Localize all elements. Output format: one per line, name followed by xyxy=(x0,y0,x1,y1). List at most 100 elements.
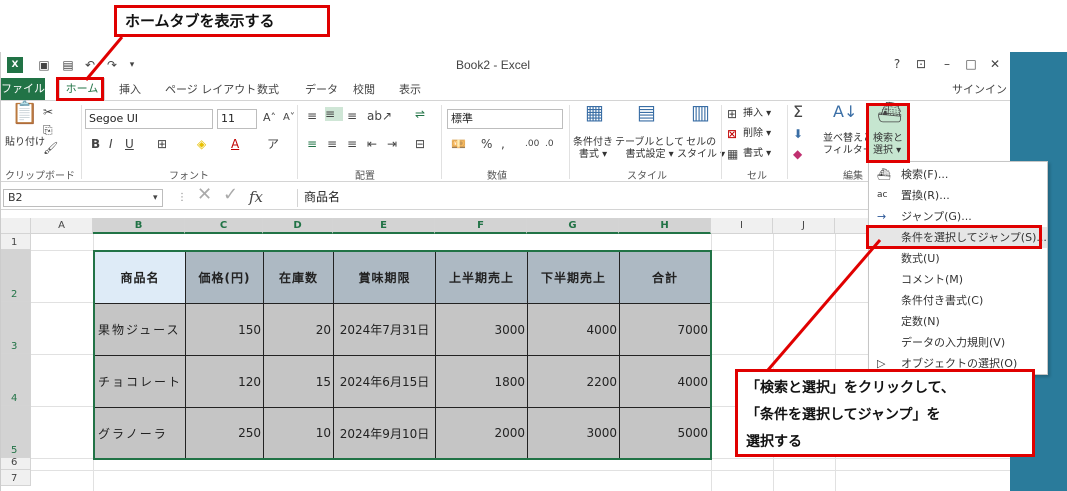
column-header[interactable]: D xyxy=(263,218,333,234)
insert-cells-button[interactable]: 挿入 ▾ xyxy=(743,108,771,120)
delete-cells-button[interactable]: 削除 ▾ xyxy=(743,128,771,140)
column-header[interactable]: E xyxy=(333,218,435,234)
underline-icon[interactable]: U xyxy=(125,137,134,151)
align-left-icon[interactable]: ≡ xyxy=(307,137,317,151)
font-size-select[interactable]: 11 xyxy=(217,109,257,129)
help-button[interactable]: ? xyxy=(889,57,905,71)
save-as-icon[interactable]: ▤ xyxy=(61,58,75,72)
maximize-button[interactable]: □ xyxy=(963,57,979,71)
binoculars-icon: ⛴ xyxy=(877,168,891,181)
row-header[interactable]: 6 xyxy=(1,457,31,470)
signin-link[interactable]: サインイン xyxy=(952,81,1007,97)
paste-icon[interactable]: 📋 xyxy=(11,103,38,125)
shrink-font-icon[interactable]: A˅ xyxy=(283,111,295,125)
wrap-text-icon[interactable]: ⇌ xyxy=(415,107,425,121)
format-painter-icon[interactable]: 🖌 xyxy=(43,141,58,155)
tab-formulas[interactable]: 数式 xyxy=(257,81,279,99)
font-color-icon[interactable]: A xyxy=(231,137,239,151)
column-header[interactable]: J xyxy=(773,218,835,234)
number-format-select[interactable]: 標準 xyxy=(447,109,563,129)
sort-filter-icon[interactable]: A↓ xyxy=(833,104,857,120)
grow-font-icon[interactable]: A˄ xyxy=(263,111,276,125)
align-bottom-icon[interactable]: ≡ xyxy=(347,109,357,123)
tab-view[interactable]: 表示 xyxy=(399,81,421,99)
copy-icon[interactable]: ⎘ xyxy=(43,123,53,137)
selection-outline xyxy=(93,250,712,460)
align-right-icon[interactable]: ≡ xyxy=(347,137,357,151)
merge-center-icon[interactable]: ⊟ xyxy=(415,137,425,151)
tab-insert[interactable]: 挿入 xyxy=(119,81,141,99)
enter-icon[interactable]: ✓ xyxy=(223,186,238,204)
format-cells-icon[interactable]: ▦ xyxy=(727,147,738,161)
name-box-dropdown-icon[interactable]: ▾ xyxy=(153,191,158,205)
align-middle-icon[interactable]: ≡ xyxy=(325,107,343,121)
select-all-corner[interactable] xyxy=(1,218,31,234)
increase-indent-icon[interactable]: ⇥ xyxy=(387,137,397,151)
fill-color-icon[interactable]: ◈ xyxy=(197,137,206,151)
menu-item-comments[interactable]: コメント(M) xyxy=(869,269,1047,290)
border-icon[interactable]: ⊞ xyxy=(157,137,167,151)
menu-item-conditional-formatting[interactable]: 条件付き書式(C) xyxy=(869,290,1047,311)
conditional-format-icon[interactable]: ▦ xyxy=(585,102,604,122)
format-table-icon[interactable]: ▤ xyxy=(637,102,656,122)
decrease-indent-icon[interactable]: ⇤ xyxy=(367,137,377,151)
save-icon[interactable]: ▣ xyxy=(37,58,51,72)
align-top-icon[interactable]: ≡ xyxy=(307,109,317,123)
row-header[interactable]: 2 xyxy=(1,250,31,302)
autosum-icon[interactable]: Σ xyxy=(793,104,803,120)
menu-item-replace[interactable]: ac 置換(R)... xyxy=(869,185,1047,206)
font-name-select[interactable]: Segoe UI xyxy=(85,109,213,129)
undo-icon[interactable]: ↶ xyxy=(83,58,97,72)
orientation-icon[interactable]: ab↗ xyxy=(367,109,392,123)
column-header[interactable]: G xyxy=(527,218,619,234)
redo-icon[interactable]: ↷ xyxy=(105,58,119,72)
phonetic-icon[interactable]: ア xyxy=(267,137,279,151)
minimize-button[interactable]: – xyxy=(939,57,955,71)
row-header[interactable]: 5 xyxy=(1,406,31,458)
menu-item-formulas[interactable]: 数式(U) xyxy=(869,248,1047,269)
conditional-format-button[interactable]: 条件付き 書式 ▾ xyxy=(573,137,613,161)
cut-icon[interactable]: ✂ xyxy=(43,105,53,119)
row-header[interactable]: 7 xyxy=(1,470,31,486)
quick-access-menu-icon[interactable]: ▾ xyxy=(125,58,139,72)
percent-icon[interactable]: % xyxy=(481,137,492,151)
column-header[interactable]: H xyxy=(619,218,711,234)
bold-icon[interactable]: B xyxy=(91,137,100,151)
tab-file[interactable]: ファイル xyxy=(1,78,45,100)
close-button[interactable]: ✕ xyxy=(987,57,1003,71)
increase-decimal-icon[interactable]: .00 xyxy=(525,137,539,151)
currency-icon[interactable]: 💴 xyxy=(451,137,466,151)
menu-item-goto[interactable]: → ジャンプ(G)... xyxy=(869,206,1047,227)
delete-cells-icon[interactable]: ⊠ xyxy=(727,127,737,141)
fill-icon[interactable]: ⬇ xyxy=(793,127,803,141)
tab-data[interactable]: データ xyxy=(305,81,338,99)
tab-review[interactable]: 校閲 xyxy=(353,81,375,99)
column-header[interactable]: C xyxy=(185,218,263,234)
align-center-icon[interactable]: ≡ xyxy=(327,137,337,151)
ribbon-options-icon[interactable]: ⊡ xyxy=(913,57,929,71)
name-box[interactable]: B2 xyxy=(3,189,163,207)
decrease-decimal-icon[interactable]: .0 xyxy=(545,137,554,151)
insert-cells-icon[interactable]: ⊞ xyxy=(727,107,737,121)
menu-item-constants[interactable]: 定数(N) xyxy=(869,311,1047,332)
column-header[interactable]: A xyxy=(31,218,93,234)
menu-item-find[interactable]: ⛴ 検索(F)... xyxy=(869,164,1047,185)
menu-item-data-validation[interactable]: データの入力規則(V) xyxy=(869,332,1047,353)
cell-styles-icon[interactable]: ▥ xyxy=(691,102,710,122)
insert-function-icon[interactable]: fx xyxy=(249,188,263,206)
column-header[interactable]: F xyxy=(435,218,527,234)
column-header[interactable]: B xyxy=(93,218,185,234)
clear-icon[interactable]: ◆ xyxy=(793,147,802,161)
row-header[interactable]: 1 xyxy=(1,234,31,250)
row-header[interactable]: 3 xyxy=(1,302,31,354)
comma-icon[interactable]: , xyxy=(501,137,505,151)
format-table-button[interactable]: テーブルとして 書式設定 ▾ xyxy=(615,137,684,161)
italic-icon[interactable]: I xyxy=(109,137,113,151)
cancel-icon[interactable]: ✕ xyxy=(197,186,212,204)
cell-styles-button[interactable]: セルの スタイル ▾ xyxy=(677,137,725,161)
row-header[interactable]: 4 xyxy=(1,354,31,406)
column-header[interactable]: I xyxy=(711,218,773,234)
tab-page-layout[interactable]: ページ レイアウト xyxy=(165,81,256,99)
format-cells-button[interactable]: 書式 ▾ xyxy=(743,148,771,160)
paste-label[interactable]: 貼り付け xyxy=(5,137,45,149)
